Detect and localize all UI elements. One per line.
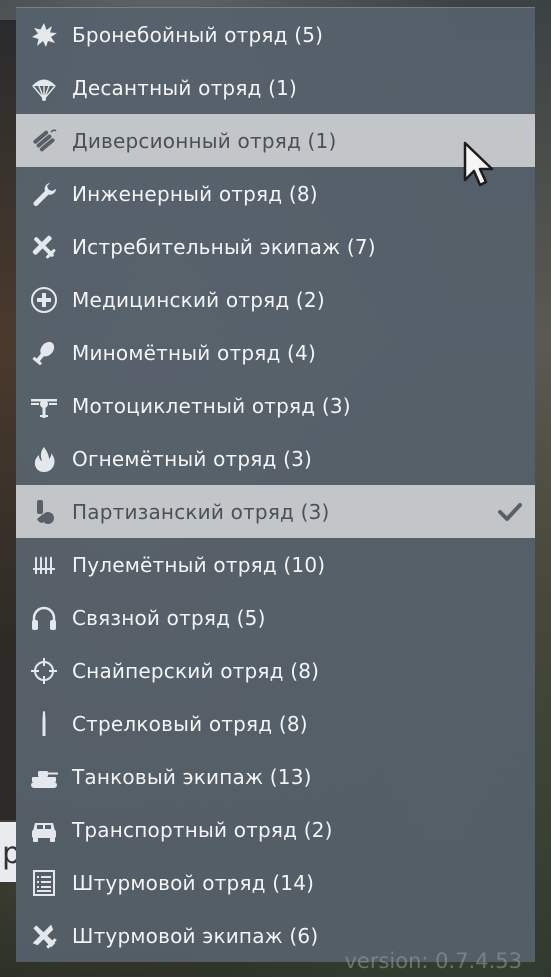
menu-item-assault[interactable]: Штурмовой отряд (14)	[16, 856, 535, 909]
menu-item-flamethrower[interactable]: Огнемётный отряд (3)	[16, 432, 535, 485]
menu-item-label: Инженерный отряд (8)	[72, 181, 318, 206]
background-partial-text: р	[2, 836, 16, 871]
menu-item-sniper[interactable]: Снайперский отряд (8)	[16, 644, 535, 697]
squad-dropdown-menu[interactable]: Бронебойный отряд (5) Десантный отряд (1…	[16, 7, 535, 962]
crosshair-icon	[16, 644, 72, 697]
menu-item-label: Транспортный отряд (2)	[72, 817, 333, 842]
menu-item-mortar[interactable]: Миномётный отряд (4)	[16, 326, 535, 379]
menu-item-paratroopers[interactable]: Десантный отряд (1)	[16, 61, 535, 114]
wrench-icon	[16, 167, 72, 220]
menu-item-engineers[interactable]: Инженерный отряд (8)	[16, 167, 535, 220]
flame-icon	[16, 432, 72, 485]
jeep-icon	[16, 803, 72, 856]
ammo-belt-icon	[16, 538, 72, 591]
explosion-icon	[16, 8, 72, 61]
attack-plane-icon	[16, 909, 72, 962]
headphones-icon	[16, 591, 72, 644]
menu-item-label: Штурмовой экипаж (6)	[72, 923, 319, 948]
partisan-icon	[16, 485, 72, 538]
checkmark-icon	[497, 499, 523, 525]
menu-item-antitank[interactable]: Бронебойный отряд (5)	[16, 8, 535, 61]
menu-item-label: Стрелковый отряд (8)	[72, 711, 308, 736]
menu-item-label: Штурмовой отряд (14)	[72, 870, 315, 895]
menu-item-label: Бронебойный отряд (5)	[72, 22, 324, 47]
menu-item-sabotage[interactable]: Диверсионный отряд (1)	[16, 114, 535, 167]
menu-item-medics[interactable]: Медицинский отряд (2)	[16, 273, 535, 326]
menu-item-partisans[interactable]: Партизанский отряд (3)	[16, 485, 535, 538]
menu-item-label: Диверсионный отряд (1)	[72, 128, 337, 153]
medical-cross-icon	[16, 273, 72, 326]
dynamite-icon	[16, 114, 72, 167]
tank-icon	[16, 750, 72, 803]
menu-item-label: Снайперский отряд (8)	[72, 658, 320, 683]
menu-item-fighter-crew[interactable]: Истребительный экипаж (7)	[16, 220, 535, 273]
mouse-cursor	[462, 140, 498, 194]
menu-item-label: Истребительный экипаж (7)	[72, 234, 376, 259]
menu-item-tank-crew[interactable]: Танковый экипаж (13)	[16, 750, 535, 803]
menu-item-label: Партизанский отряд (3)	[72, 499, 330, 524]
menu-item-label: Медицинский отряд (2)	[72, 287, 325, 312]
menu-item-machine-gun[interactable]: Пулемётный отряд (10)	[16, 538, 535, 591]
mortar-shell-icon	[16, 326, 72, 379]
parachute-icon	[16, 61, 72, 114]
bullet-icon	[16, 697, 72, 750]
background-partial-button: р	[0, 822, 16, 882]
menu-item-label: Миномётный отряд (4)	[72, 340, 316, 365]
menu-item-label: Мотоциклетный отряд (3)	[72, 393, 351, 418]
menu-item-motorcycle[interactable]: Мотоциклетный отряд (3)	[16, 379, 535, 432]
menu-item-rifle[interactable]: Стрелковый отряд (8)	[16, 697, 535, 750]
menu-item-transport[interactable]: Транспортный отряд (2)	[16, 803, 535, 856]
menu-item-label: Танковый экипаж (13)	[72, 764, 312, 789]
menu-item-label: Связной отряд (5)	[72, 605, 266, 630]
menu-item-label: Огнемётный отряд (3)	[72, 446, 313, 471]
background-left-panel	[0, 20, 16, 820]
menu-item-label: Десантный отряд (1)	[72, 75, 298, 100]
menu-item-label: Пулемётный отряд (10)	[72, 552, 326, 577]
menu-item-signal[interactable]: Связной отряд (5)	[16, 591, 535, 644]
fighter-plane-icon	[16, 220, 72, 273]
assault-list-icon	[16, 856, 72, 909]
version-label: version: 0.7.4.53	[344, 949, 523, 973]
motorcycle-icon	[16, 379, 72, 432]
